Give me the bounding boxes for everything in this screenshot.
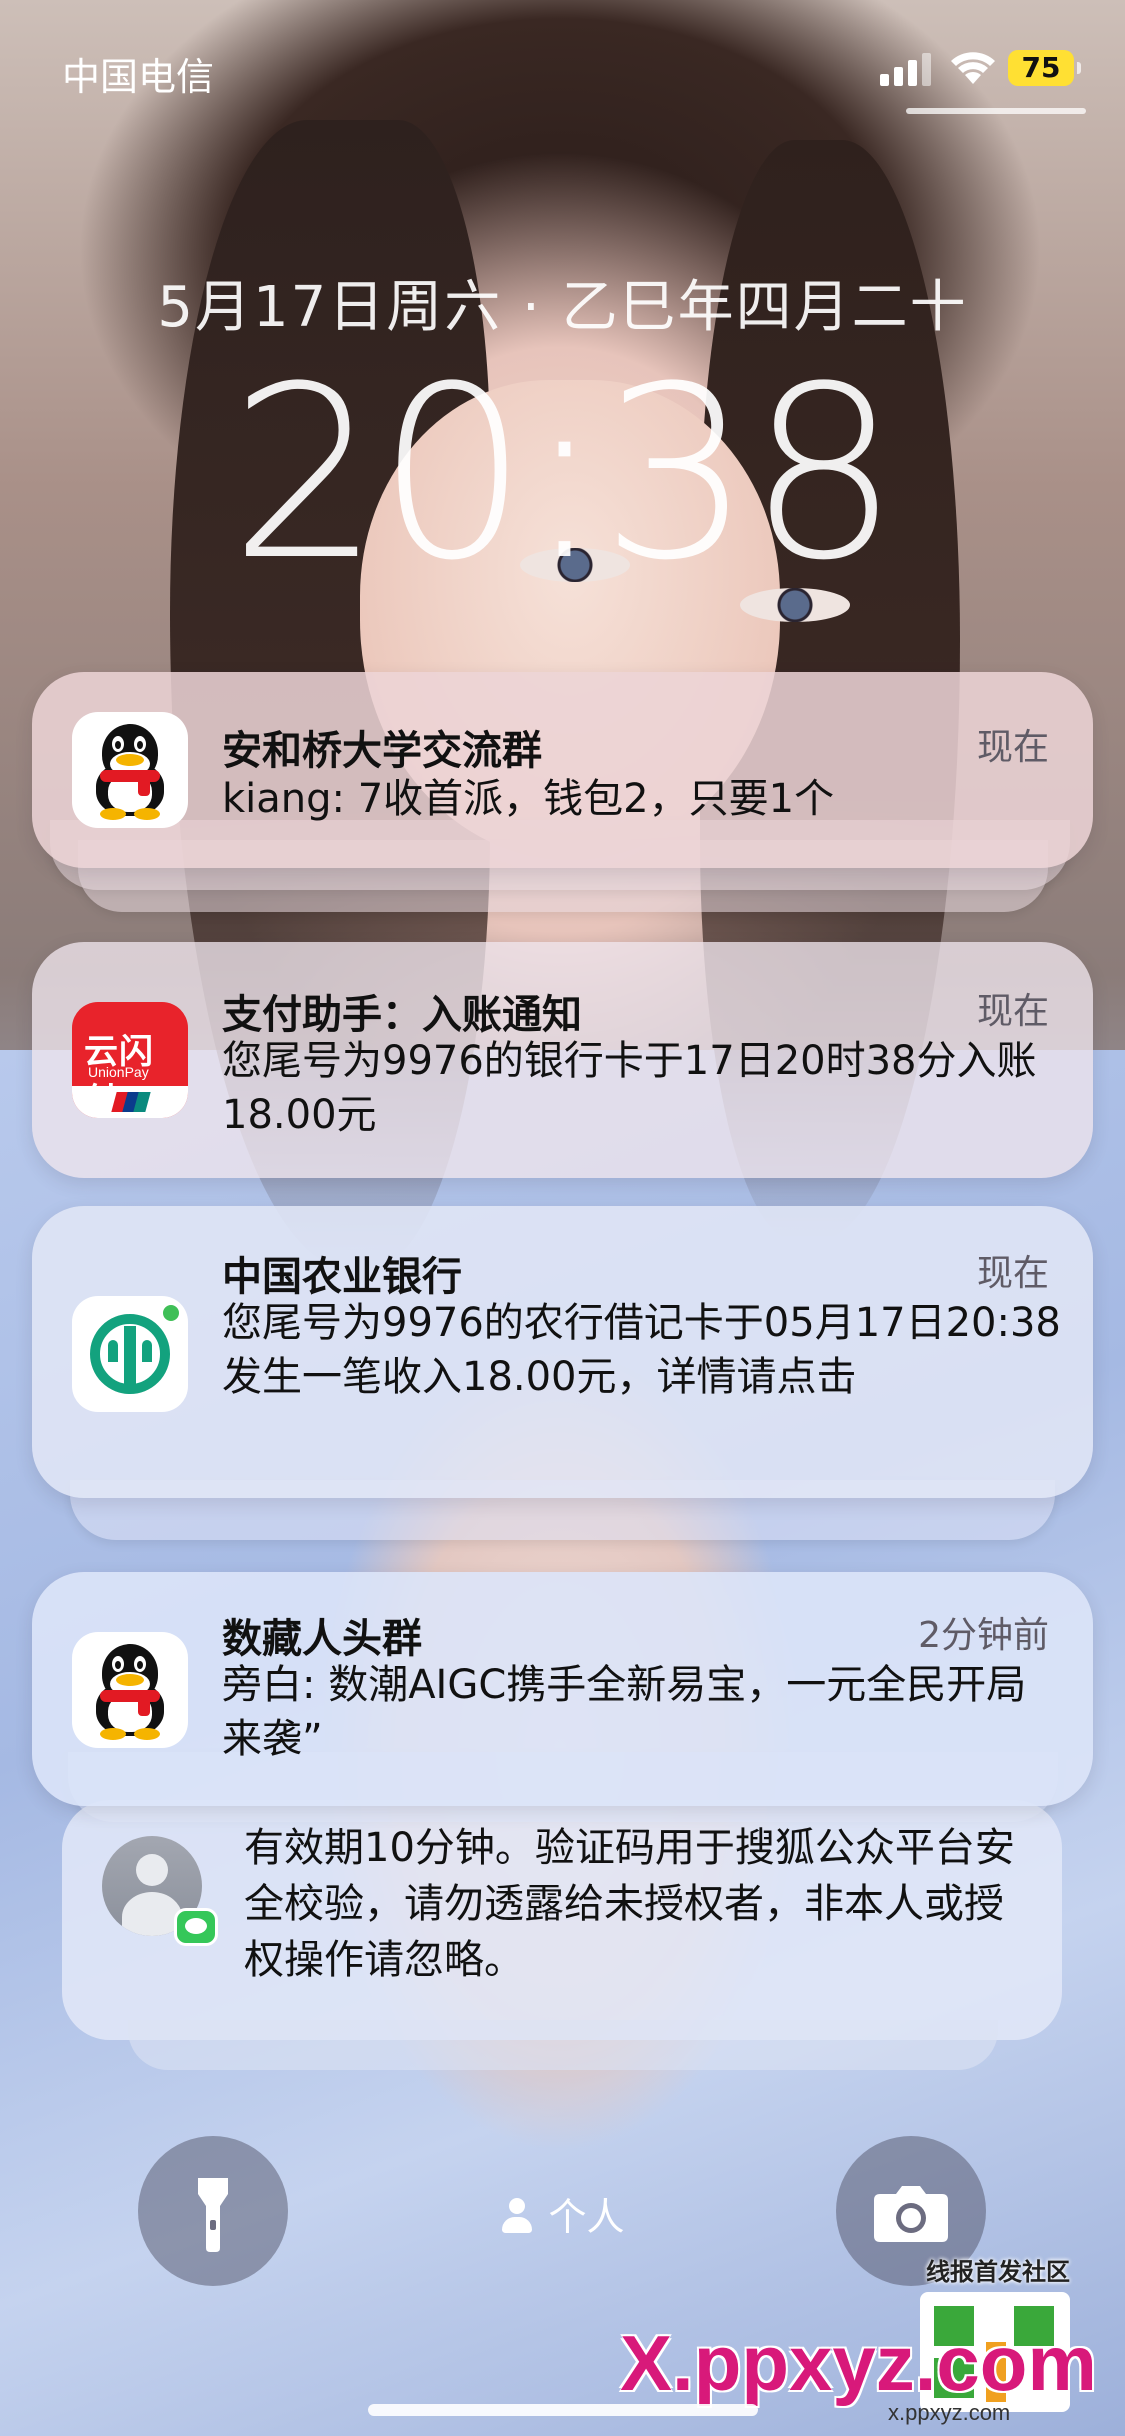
focus-mode-label: 个人 [548,2195,625,2239]
update-badge-icon [160,1302,182,1324]
status-bar: 中国电信 75 [0,0,1125,140]
notification-card[interactable]: 数藏人头群 2分钟前 旁白: 数潮AIGC携手全新易宝，一元全民开局来袭” [32,1572,1093,1806]
carrier-name: 中国电信 [62,55,215,99]
notification-title: 数藏人头群 [222,1616,422,1662]
person-icon [500,2198,534,2234]
sms-notification-card[interactable]: 有效期10分钟。验证码用于搜狐公众平台安全校验，请勿透露给未授权者，非本人或授权… [62,1800,1062,2040]
notification-time: 现在 [976,727,1049,768]
notification-title: 中国农业银行 [222,1254,462,1300]
notification-stack-shadow [128,2020,998,2070]
watermark-tagline: 线报首发社区 [926,2258,1070,2286]
notification-card[interactable]: 安和桥大学交流群 现在 kiang: 7收首派，钱包2，只要1个 [32,672,1093,868]
notification-time: 2分钟前 [918,1615,1049,1656]
notification-body: kiang: 7收首派，钱包2，只要1个 [222,776,835,822]
abc-bank-icon [72,1296,188,1412]
notification-title: 支付助手：入账通知 [222,992,582,1038]
lock-date: 5月17日周六 · 乙巳年四月二十 [157,275,968,340]
notification-time: 现在 [976,991,1049,1032]
notification-body: 您尾号为9976的农行借记卡于05月17日20:38发生一笔收入18.00元，详… [222,1300,1061,1400]
unionpay-icon: 云闪付 UnionPay [72,1002,188,1118]
messages-icon [174,1908,218,1946]
watermark-text: X.ppxyz.com [620,2319,1097,2407]
battery-indicator: 75 [1008,50,1081,86]
cellular-signal-icon [880,52,934,86]
notification-card[interactable]: 云闪付 UnionPay 支付助手：入账通知 现在 您尾号为9976的银行卡于1… [32,942,1093,1178]
notification-time: 现在 [976,1253,1049,1294]
qq-icon [72,1632,188,1748]
watermark-url: x.ppxyz.com [888,2400,1011,2425]
control-center-grabber[interactable] [906,108,1086,114]
sms-notification-body: 有效期10分钟。验证码用于搜狐公众平台安全校验，请勿透露给未授权者，非本人或授权… [244,1825,1015,1983]
qq-icon [72,712,188,828]
wifi-icon [951,52,995,84]
notification-title: 安和桥大学交流群 [222,728,542,774]
lock-time: 20:38 [229,336,900,613]
notification-card[interactable]: 中国农业银行 现在 您尾号为9976的农行借记卡于05月17日20:38发生一笔… [32,1206,1093,1498]
notification-body: 旁白: 数潮AIGC携手全新易宝，一元全民开局来袭” [222,1662,1027,1762]
home-indicator[interactable] [368,2404,758,2416]
notification-body: 您尾号为9976的银行卡于17日20时38分入账18.00元 [222,1038,1037,1138]
unionpay-icon-subtext: UnionPay [88,1064,149,1080]
